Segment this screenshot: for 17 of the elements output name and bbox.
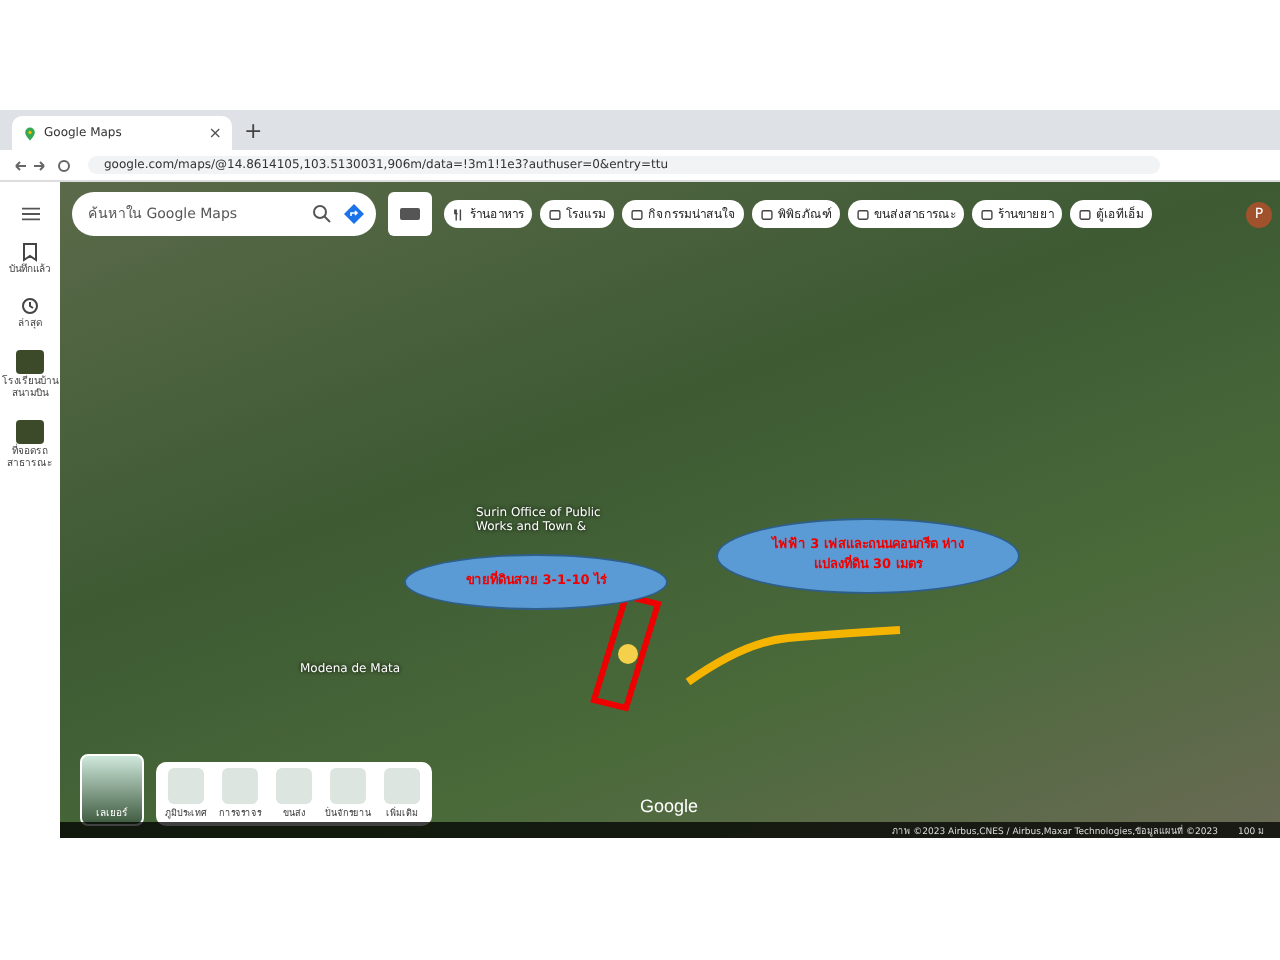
photo-placeholder [16, 420, 44, 444]
photo-placeholder [16, 350, 44, 374]
history-icon [20, 296, 40, 316]
new-tab-button[interactable]: + [244, 117, 263, 143]
bookmark-icon [20, 242, 40, 262]
plot-outline [586, 592, 666, 712]
tab-close-button[interactable]: × [208, 124, 222, 142]
location-marker[interactable] [618, 644, 638, 664]
google-logo: Google [640, 796, 699, 816]
keyboard-button[interactable] [388, 192, 432, 236]
menu-icon[interactable] [21, 206, 39, 222]
map-pin-icon [22, 125, 38, 141]
navigation-arrows-icon[interactable] [12, 157, 76, 173]
search-icon[interactable] [312, 204, 332, 224]
keyboard-icon [400, 208, 420, 220]
cutlery-icon [452, 207, 466, 221]
directions-icon[interactable] [344, 204, 364, 224]
